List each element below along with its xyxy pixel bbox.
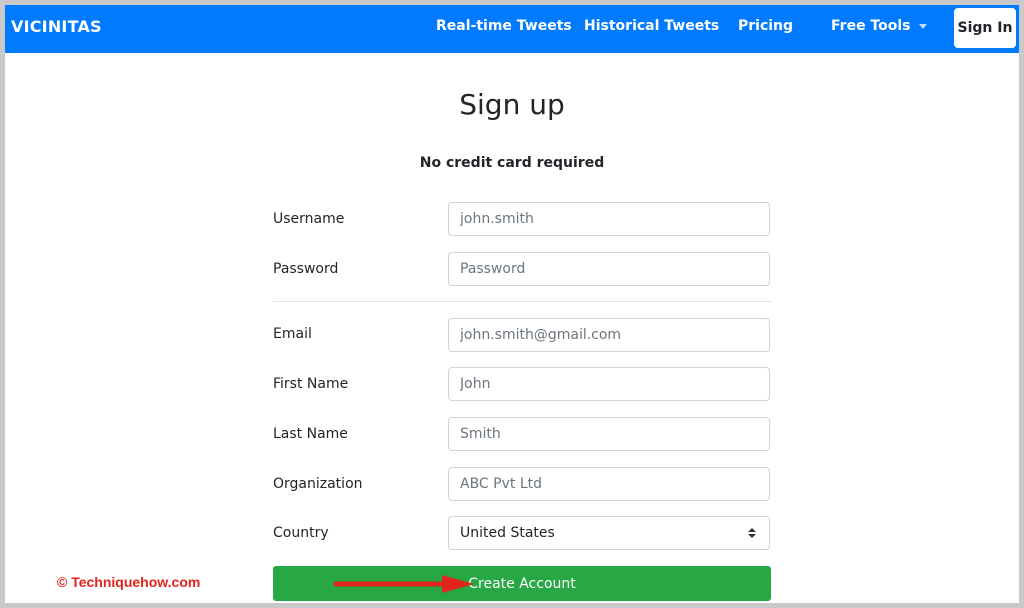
username-label: Username	[273, 211, 345, 227]
red-arrow-annotation	[333, 575, 474, 593]
country-label: Country	[273, 525, 329, 541]
country-select-value: United States	[460, 525, 555, 541]
organization-label: Organization	[273, 476, 363, 492]
sign-in-button[interactable]: Sign In	[954, 8, 1016, 48]
nav-pricing[interactable]: Pricing	[738, 18, 793, 34]
email-input[interactable]	[448, 318, 770, 352]
nav-free-tools[interactable]: Free Tools	[831, 18, 927, 34]
select-updown-icon	[748, 528, 756, 538]
last-name-label: Last Name	[273, 426, 348, 442]
page-title: Sign up	[459, 88, 565, 121]
country-select[interactable]: United States	[448, 516, 770, 550]
nav-free-tools-label: Free Tools	[831, 18, 911, 34]
form-divider	[273, 301, 771, 302]
password-label: Password	[273, 261, 339, 277]
email-label: Email	[273, 326, 312, 342]
watermark-text: © Techniquehow.com	[57, 574, 201, 590]
first-name-input[interactable]	[448, 367, 770, 401]
username-input[interactable]	[448, 202, 770, 236]
page-subtitle: No credit card required	[419, 155, 605, 171]
organization-input[interactable]	[448, 467, 770, 501]
top-navbar: VICINITAS Real-time Tweets Historical Tw…	[5, 5, 1019, 53]
last-name-input[interactable]	[448, 417, 770, 451]
brand-logo[interactable]: VICINITAS	[11, 17, 102, 36]
password-input[interactable]	[448, 252, 770, 286]
first-name-label: First Name	[273, 376, 349, 392]
chevron-down-icon	[918, 23, 927, 29]
nav-historical-tweets[interactable]: Historical Tweets	[584, 18, 719, 34]
nav-realtime-tweets[interactable]: Real-time Tweets	[436, 18, 572, 34]
